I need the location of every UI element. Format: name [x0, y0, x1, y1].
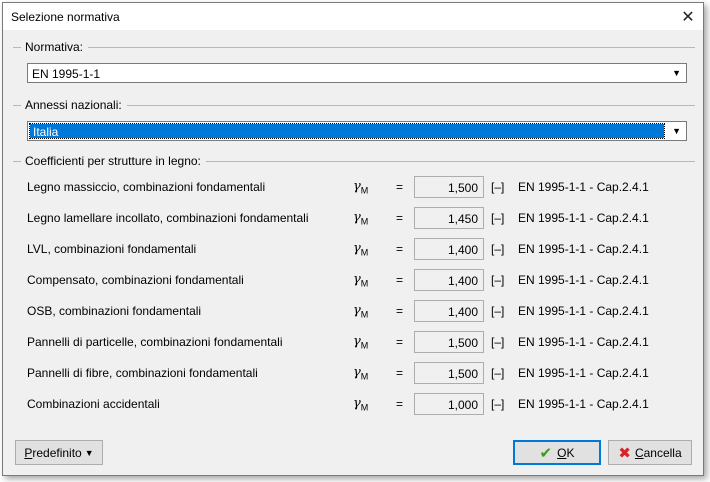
reference-label: EN 1995-1-1 - Cap.2.4.1: [518, 397, 649, 411]
annessi-value: Italia: [33, 125, 59, 139]
annessi-group: Annessi nazionali:: [13, 98, 695, 112]
normativa-select[interactable]: EN 1995-1-1 ▼: [27, 63, 687, 83]
unit-label: [–]: [491, 335, 505, 349]
equals-sign: =: [396, 273, 404, 287]
coefficient-value-field[interactable]: 1,400: [414, 300, 484, 322]
window-title: Selezione normativa: [11, 10, 120, 24]
gamma-symbol: γM: [353, 365, 369, 382]
predefinito-button[interactable]: Predefinito ▼: [15, 440, 103, 465]
chevron-down-icon[interactable]: ▼: [672, 126, 681, 136]
title-bar: Selezione normativa ✕: [3, 3, 703, 30]
coefficient-value-field[interactable]: 1,500: [414, 331, 484, 353]
reference-label: EN 1995-1-1 - Cap.2.4.1: [518, 335, 649, 349]
reference-label: EN 1995-1-1 - Cap.2.4.1: [518, 273, 649, 287]
normativa-group: Normativa:: [13, 40, 695, 54]
coefficient-value-field[interactable]: 1,400: [414, 269, 484, 291]
coefficients-group: Coefficienti per strutture in legno:: [13, 154, 695, 168]
unit-label: [–]: [491, 304, 505, 318]
coefficient-row: Compensato, combinazioni fondamentali γM =…: [3, 269, 703, 291]
unit-label: [–]: [491, 273, 505, 287]
coefficients-label: Coefficienti per strutture in legno:: [25, 154, 201, 168]
coefficient-row: OSB, combinazioni fondamentali γM = 1,400 [–…: [3, 300, 703, 322]
equals-sign: =: [396, 211, 404, 225]
coefficient-row: Combinazioni accidentali γM = 1,000 [–] EN 19…: [3, 393, 703, 415]
unit-label: [–]: [491, 211, 505, 225]
close-icon[interactable]: ✕: [673, 3, 703, 30]
unit-label: [–]: [491, 180, 505, 194]
coefficient-label: Compensato, combinazioni fondamentali: [27, 273, 244, 287]
reference-label: EN 1995-1-1 - Cap.2.4.1: [518, 304, 649, 318]
chevron-down-icon: ▼: [84, 447, 94, 458]
coefficient-label: Pannelli di particelle, combinazioni fon…: [27, 335, 283, 349]
gamma-symbol: γM: [353, 210, 369, 227]
reference-label: EN 1995-1-1 - Cap.2.4.1: [518, 366, 649, 380]
gamma-symbol: γM: [353, 396, 369, 413]
unit-label: [–]: [491, 397, 505, 411]
coefficient-row: Pannelli di fibre, combinazioni fondamen…: [3, 362, 703, 384]
normativa-value: EN 1995-1-1: [32, 67, 101, 81]
cancel-button[interactable]: ✖ Cancella: [608, 440, 692, 465]
annessi-select[interactable]: Italia ▼: [27, 121, 687, 141]
equals-sign: =: [396, 397, 404, 411]
unit-label: [–]: [491, 242, 505, 256]
equals-sign: =: [396, 335, 404, 349]
coefficient-value-field[interactable]: 1,400: [414, 238, 484, 260]
coefficient-row: Legno lamellare incollato, combinazioni …: [3, 207, 703, 229]
gamma-symbol: γM: [353, 272, 369, 289]
reference-label: EN 1995-1-1 - Cap.2.4.1: [518, 180, 649, 194]
equals-sign: =: [396, 366, 404, 380]
x-icon: ✖: [618, 444, 631, 462]
reference-label: EN 1995-1-1 - Cap.2.4.1: [518, 242, 649, 256]
gamma-symbol: γM: [353, 179, 369, 196]
dialog-window: Selezione normativa ✕ Normativa: EN 1995…: [2, 2, 704, 476]
coefficient-value-field[interactable]: 1,000: [414, 393, 484, 415]
gamma-symbol: γM: [353, 334, 369, 351]
gamma-symbol: γM: [353, 303, 369, 320]
equals-sign: =: [396, 304, 404, 318]
coefficient-label: Pannelli di fibre, combinazioni fondamen…: [27, 366, 258, 380]
unit-label: [–]: [491, 366, 505, 380]
reference-label: EN 1995-1-1 - Cap.2.4.1: [518, 211, 649, 225]
gamma-symbol: γM: [353, 241, 369, 258]
annessi-label: Annessi nazionali:: [25, 98, 122, 112]
chevron-down-icon[interactable]: ▼: [672, 68, 681, 78]
coefficient-label: Combinazioni accidentali: [27, 397, 160, 411]
coefficient-label: LVL, combinazioni fondamentali: [27, 242, 197, 256]
equals-sign: =: [396, 242, 404, 256]
coefficient-value-field[interactable]: 1,500: [414, 362, 484, 384]
coefficient-row: Legno massiccio, combinazioni fondamenta…: [3, 176, 703, 198]
equals-sign: =: [396, 180, 404, 194]
normativa-label: Normativa:: [25, 40, 84, 54]
check-icon: ✔: [539, 444, 553, 462]
coefficient-label: OSB, combinazioni fondamentali: [27, 304, 202, 318]
coefficient-label: Legno lamellare incollato, combinazioni …: [27, 211, 309, 225]
coefficient-row: LVL, combinazioni fondamentali γM = 1,400 [–…: [3, 238, 703, 260]
coefficient-value-field[interactable]: 1,450: [414, 207, 484, 229]
ok-button[interactable]: ✔ O K: [513, 440, 601, 465]
coefficient-label: Legno massiccio, combinazioni fondamenta…: [27, 180, 266, 194]
coefficient-row: Pannelli di particelle, combinazioni fon…: [3, 331, 703, 353]
coefficient-value-field[interactable]: 1,500: [414, 176, 484, 198]
